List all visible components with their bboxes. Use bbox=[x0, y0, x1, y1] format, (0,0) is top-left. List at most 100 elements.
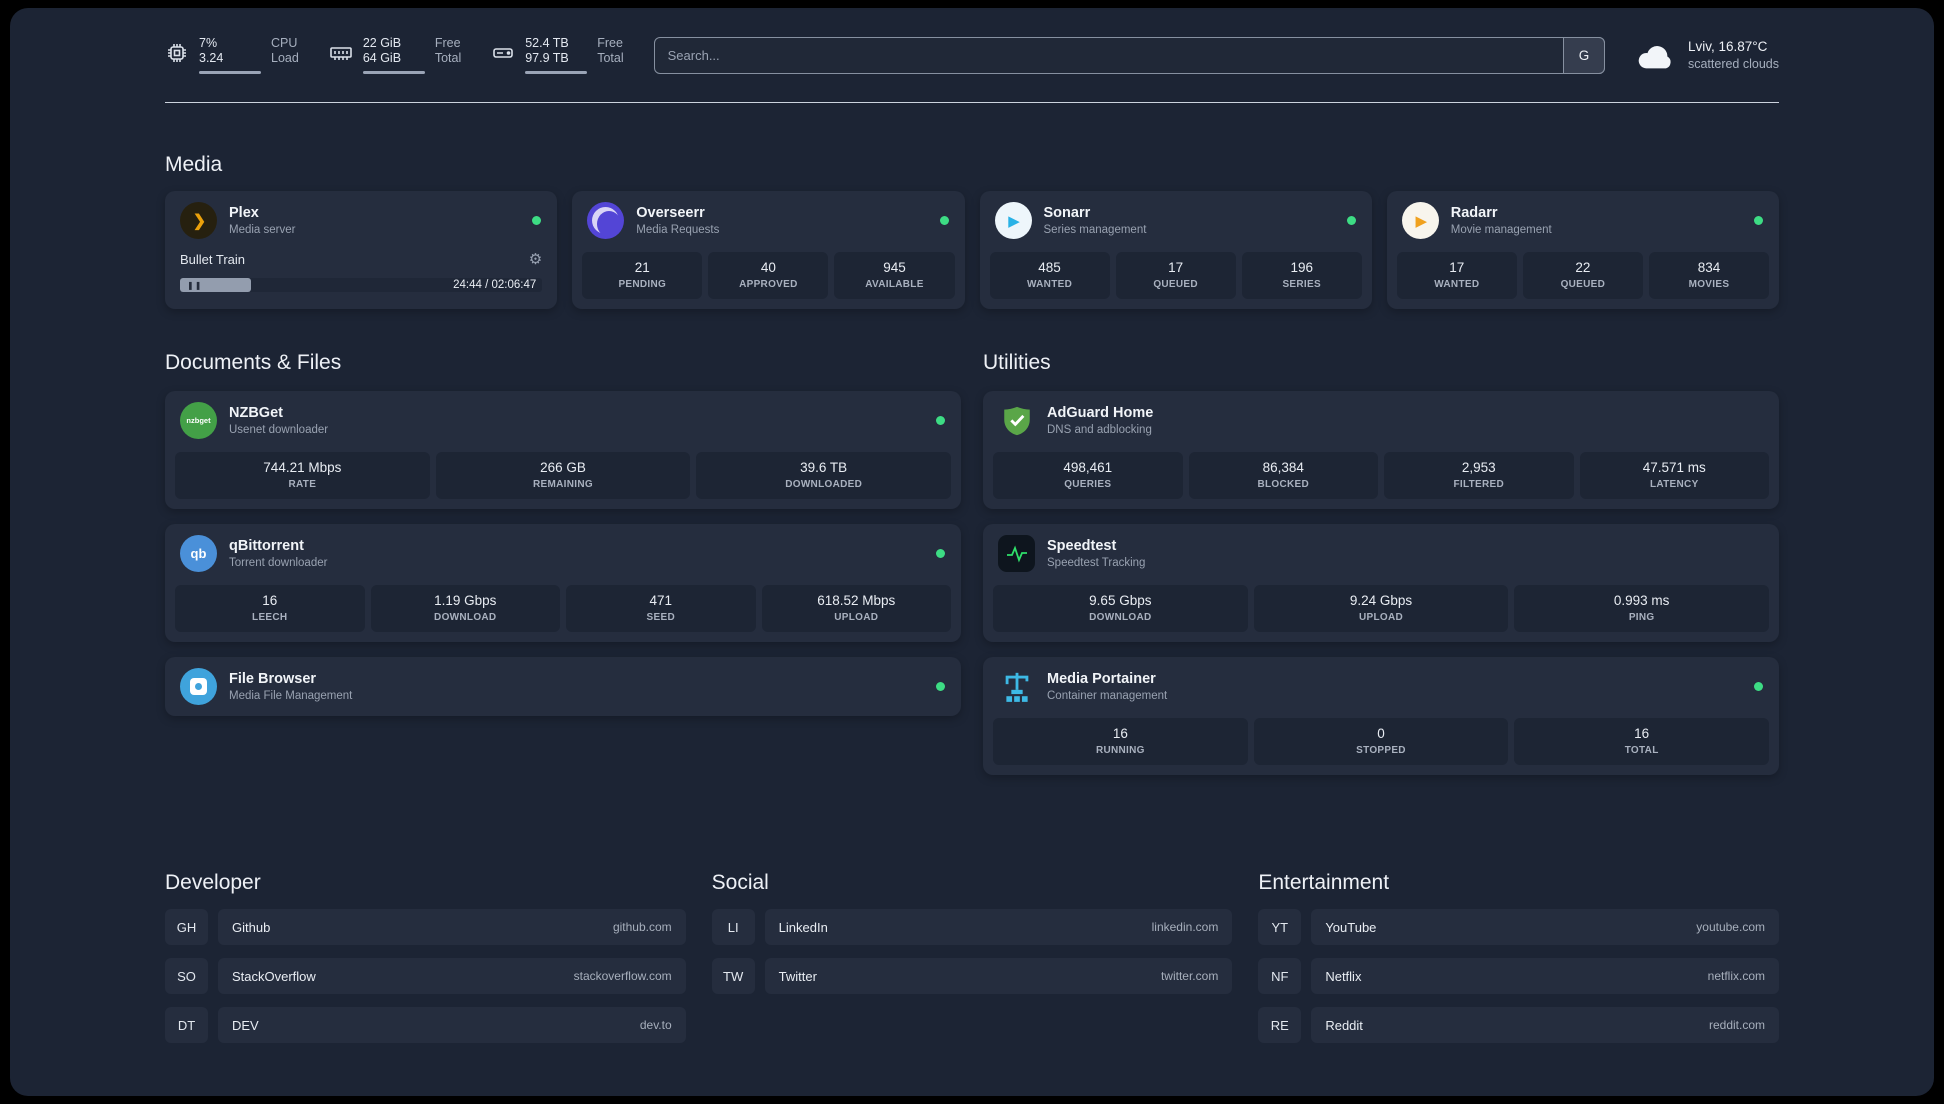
service-subtitle: Media File Management bbox=[229, 689, 353, 702]
filebrowser-glyph bbox=[190, 678, 207, 695]
cpu-usage: 7% bbox=[199, 36, 218, 50]
stat-wanted: 485 WANTED bbox=[989, 252, 1110, 299]
seek-bar[interactable]: ❚❚ 24:44 / 02:06:47 bbox=[180, 277, 543, 293]
search-bar: G bbox=[653, 36, 1605, 74]
disk-widget: 52.4 TB 97.9 TB Free Total bbox=[491, 36, 624, 74]
memory-label-top: Free bbox=[434, 36, 461, 50]
service-card-overseerr[interactable]: Overseerr Media Requests 21 PENDING 40 APP… bbox=[572, 191, 965, 309]
service-subtitle: Usenet downloader bbox=[229, 423, 329, 436]
memory-total: 64 GiB bbox=[362, 51, 402, 65]
plex-glyph: ❯ bbox=[192, 212, 207, 230]
stat-leech: 16 LEECH bbox=[175, 585, 365, 632]
developer-heading: Developer bbox=[165, 871, 261, 894]
disk-values: 52.4 TB 97.9 TB bbox=[525, 36, 588, 74]
stat-total: 16 TOTAL bbox=[1514, 718, 1769, 765]
bookmark-github[interactable]: GH Github github.com bbox=[165, 909, 686, 945]
stat-available: 945 AVAILABLE bbox=[834, 252, 955, 299]
service-card-sonarr[interactable]: ▶ Sonarr Series management 485 WANTED 17 Q… bbox=[979, 191, 1372, 309]
service-subtitle: Speedtest Tracking bbox=[1047, 556, 1146, 569]
service-card-qbittorrent[interactable]: qb qBittorrent Torrent downloader 16 LEEC… bbox=[165, 524, 961, 642]
stat-upload: 9.24 Gbps UPLOAD bbox=[1253, 585, 1509, 632]
status-dot bbox=[939, 216, 949, 225]
service-card-adguard[interactable]: AdGuard Home DNS and adblocking 498,461 Q… bbox=[983, 391, 1779, 509]
bookmark-group-social: Social LI LinkedIn linkedin.com TW Twitt… bbox=[711, 871, 1233, 1043]
pause-button[interactable]: ❚❚ bbox=[187, 281, 202, 290]
bookmark-url: dev.to bbox=[639, 1018, 672, 1032]
service-card-speedtest[interactable]: Speedtest Speedtest Tracking 9.65 Gbps DO… bbox=[983, 524, 1779, 642]
bookmark-stackoverflow[interactable]: SO StackOverflow stackoverflow.com bbox=[165, 958, 686, 994]
nzbget-icon: nzbget bbox=[180, 402, 217, 439]
bookmark-group-entertainment: Entertainment YT YouTube youtube.com NF … bbox=[1258, 871, 1779, 1043]
search-input[interactable] bbox=[653, 36, 1605, 74]
utilities-heading: Utilities bbox=[983, 351, 1051, 374]
service-card-nzbget[interactable]: nzbget NZBGet Usenet downloader 744.21 M… bbox=[165, 391, 961, 509]
service-card-filebrowser[interactable]: File Browser Media File Management bbox=[165, 657, 961, 716]
search-provider-button[interactable]: G bbox=[1562, 36, 1605, 74]
status-dot bbox=[532, 216, 542, 225]
portainer-icon bbox=[998, 668, 1035, 705]
service-card-portainer[interactable]: Media Portainer Container management 16 R… bbox=[983, 657, 1779, 775]
stat-approved: 40 APPROVED bbox=[708, 252, 829, 299]
bookmark-url: github.com bbox=[612, 920, 672, 934]
service-name: Speedtest bbox=[1047, 537, 1117, 554]
bookmark-twitter[interactable]: TW Twitter twitter.com bbox=[711, 958, 1233, 994]
stat-remaining: 266 GB REMAINING bbox=[435, 452, 691, 499]
dashboard-screen: 7% 3.24 CPU Load 22 GiB 64 GiB Free Tota… bbox=[0, 0, 1944, 1104]
stat-downloaded: 39.6 TB DOWNLOADED bbox=[696, 452, 951, 499]
bookmark-abbr: TW bbox=[711, 958, 755, 994]
service-name: AdGuard Home bbox=[1047, 404, 1154, 421]
bookmark-dev[interactable]: DT DEV dev.to bbox=[165, 1007, 686, 1043]
bookmark-youtube[interactable]: YT YouTube youtube.com bbox=[1258, 909, 1779, 945]
sonarr-icon: ▶ bbox=[994, 202, 1032, 239]
nzbget-glyph: nzbget bbox=[186, 416, 211, 425]
status-dot bbox=[1754, 216, 1763, 225]
bookmark-linkedin[interactable]: LI LinkedIn linkedin.com bbox=[711, 909, 1233, 945]
memory-label-bottom: Total bbox=[434, 51, 462, 65]
sonarr-glyph: ▶ bbox=[1008, 212, 1020, 230]
bookmark-name: StackOverflow bbox=[232, 968, 316, 984]
service-name: Overseerr bbox=[636, 204, 705, 221]
bookmark-abbr: YT bbox=[1258, 909, 1302, 945]
adguard-icon bbox=[998, 402, 1035, 439]
service-card-plex[interactable]: ❯ Plex Media server Bullet Train ⚙ ❚❚ 24… bbox=[165, 191, 558, 309]
bookmark-name: Twitter bbox=[778, 968, 817, 984]
disk-total: 97.9 TB bbox=[525, 51, 569, 65]
disk-meter bbox=[525, 71, 588, 74]
service-subtitle: Media Requests bbox=[636, 223, 720, 236]
cpu-meter bbox=[199, 71, 261, 74]
utilities-section: Utilities AdGuard Home DNS and adblockin… bbox=[983, 351, 1779, 775]
settings-icon[interactable]: ⚙ bbox=[529, 250, 542, 268]
memory-labels: Free Total bbox=[435, 36, 461, 66]
speedtest-icon bbox=[998, 535, 1035, 572]
cpu-values: 7% 3.24 bbox=[199, 36, 261, 74]
status-dot bbox=[1754, 682, 1763, 691]
service-subtitle: DNS and adblocking bbox=[1047, 423, 1152, 436]
memory-values: 22 GiB 64 GiB bbox=[362, 36, 425, 74]
playback-time: 24:44 / 02:06:47 bbox=[453, 279, 537, 291]
bookmark-url: stackoverflow.com bbox=[573, 969, 672, 983]
disk-free: 52.4 TB bbox=[525, 36, 569, 50]
memory-meter bbox=[362, 71, 425, 74]
cpu-label-top: CPU bbox=[271, 36, 298, 50]
cpu-labels: CPU Load bbox=[271, 36, 299, 66]
status-dot bbox=[936, 549, 945, 558]
bookmark-netflix[interactable]: NF Netflix netflix.com bbox=[1258, 958, 1779, 994]
media-section: Media ❯ Plex Media server Bullet Train ⚙… bbox=[165, 153, 1779, 309]
stat-download: 1.19 Gbps DOWNLOAD bbox=[370, 585, 560, 632]
cloud-icon bbox=[1638, 46, 1671, 69]
media-player-widget: Bullet Train ⚙ ❚❚ 24:44 / 02:06:47 bbox=[165, 250, 557, 306]
bookmark-name: LinkedIn bbox=[778, 919, 828, 935]
stat-seed: 471 SEED bbox=[566, 585, 756, 632]
media-heading: Media bbox=[165, 153, 223, 176]
service-card-radarr[interactable]: ▶ Radarr Movie management 17 WANTED 22 QUE… bbox=[1386, 191, 1779, 309]
qbittorrent-glyph: qb bbox=[190, 546, 207, 561]
memory-icon bbox=[330, 47, 352, 60]
stat-blocked: 86,384 BLOCKED bbox=[1188, 452, 1378, 499]
stat-latency: 47.571 ms LATENCY bbox=[1579, 452, 1769, 499]
stat-queries: 498,461 QUERIES bbox=[993, 452, 1183, 499]
dashboard-panel: 7% 3.24 CPU Load 22 GiB 64 GiB Free Tota… bbox=[10, 8, 1934, 1096]
bookmark-reddit[interactable]: RE Reddit reddit.com bbox=[1258, 1007, 1779, 1043]
stat-pending: 21 PENDING bbox=[582, 252, 703, 299]
bookmark-abbr: NF bbox=[1258, 958, 1302, 994]
bookmark-group-developer: Developer GH Github github.com SO StackO… bbox=[165, 871, 686, 1043]
